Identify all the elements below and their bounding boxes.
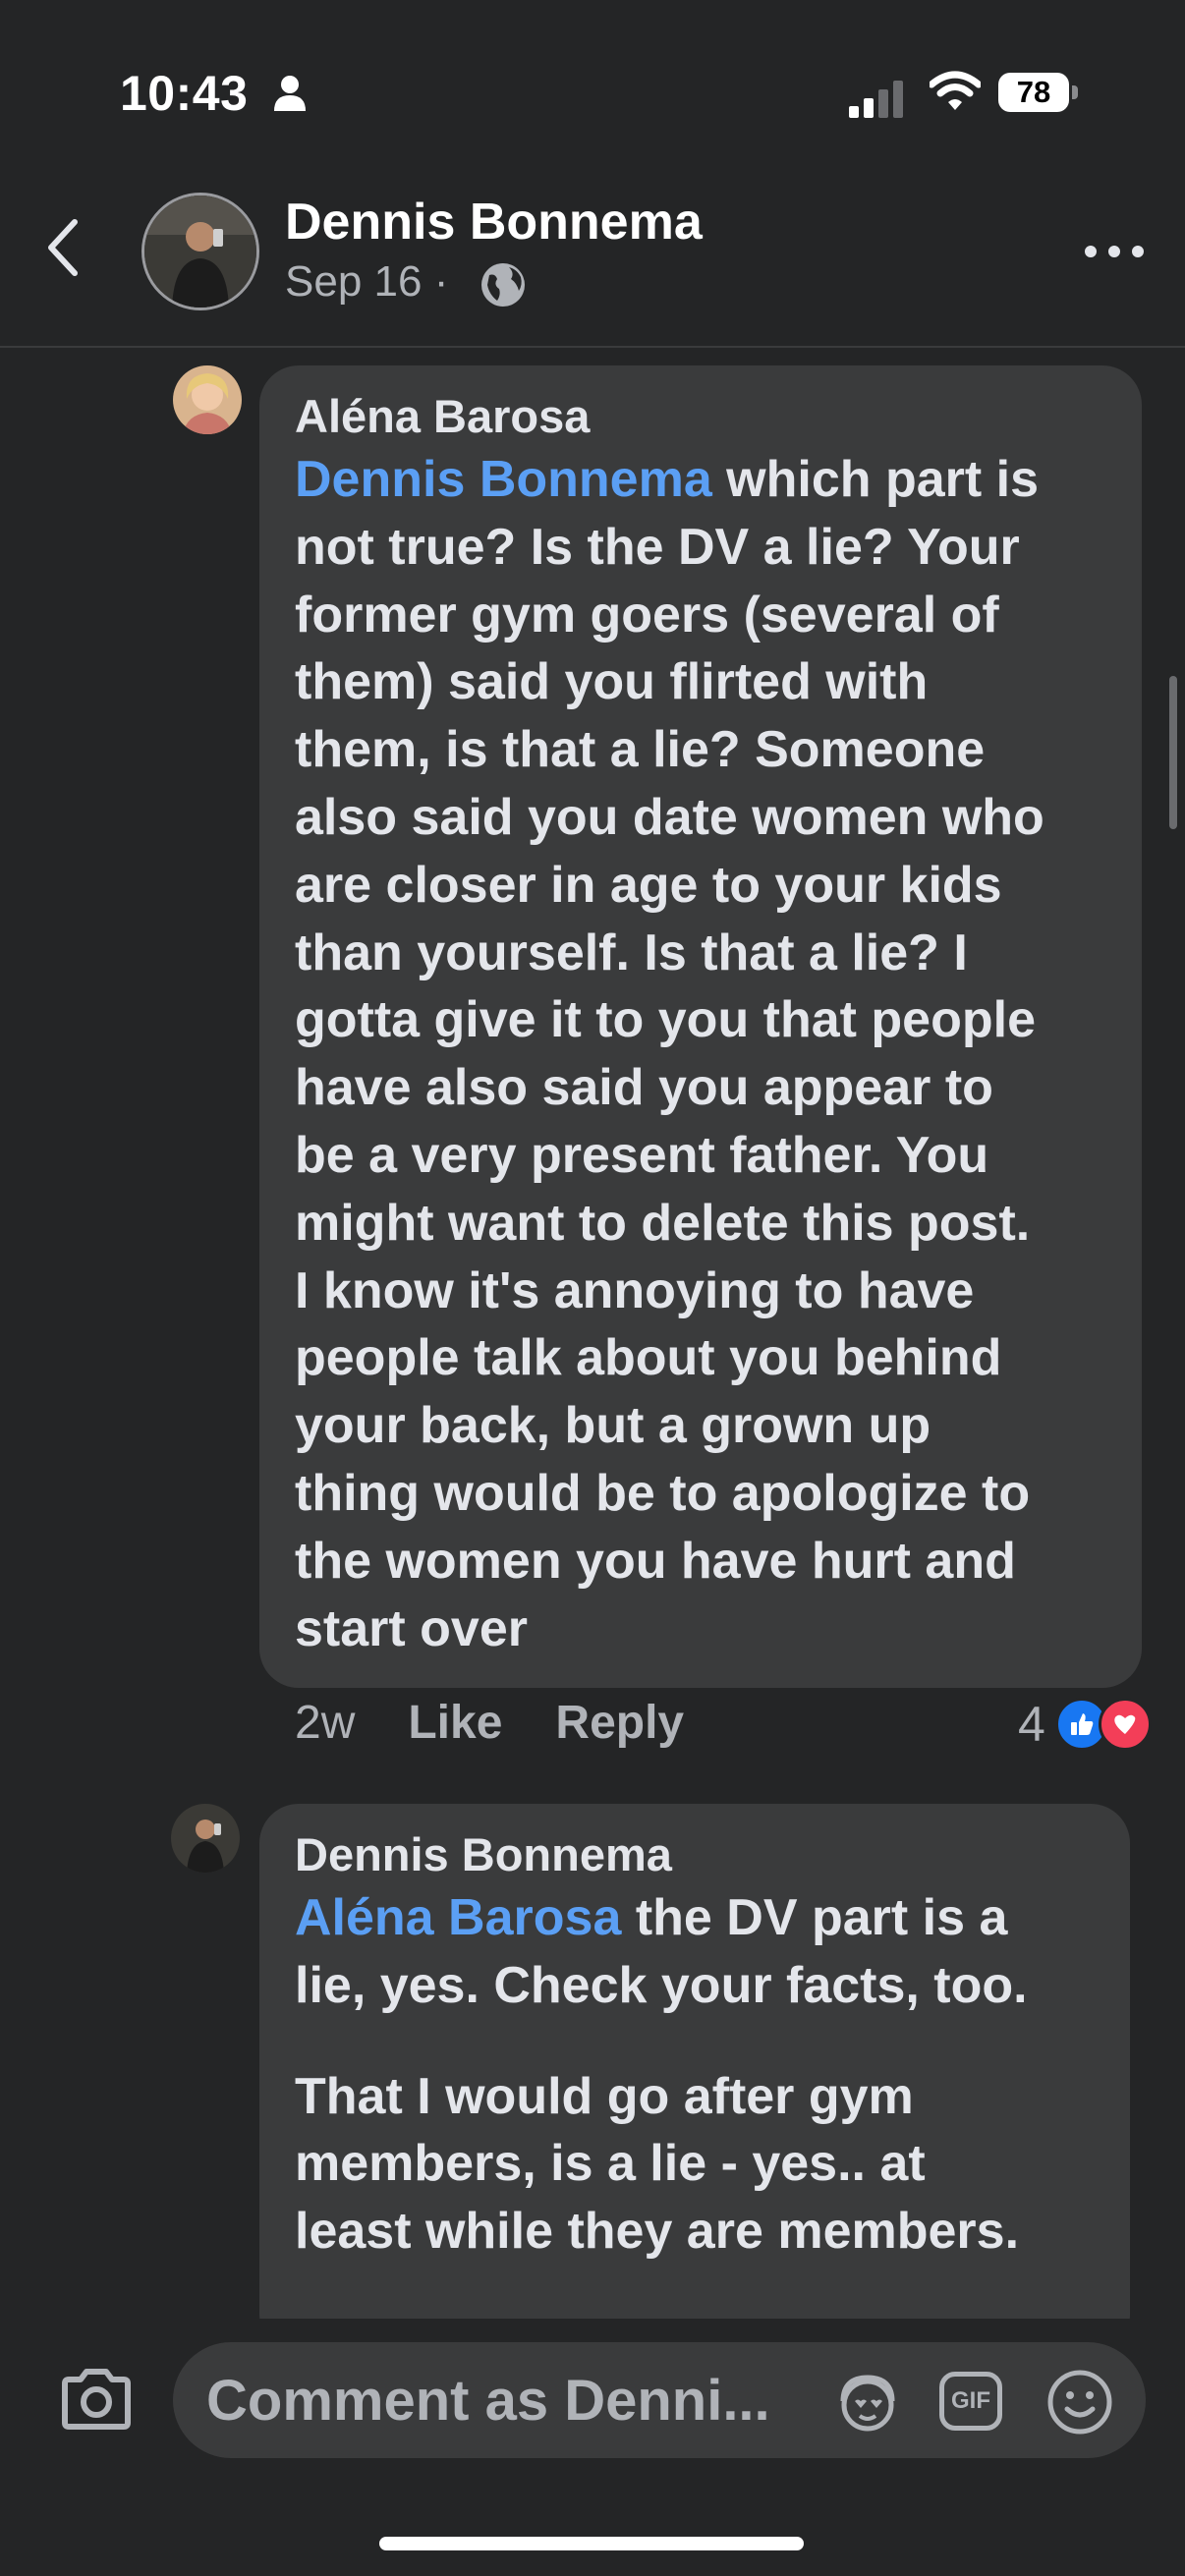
comment-line: I know it's annoying to have	[295, 1261, 975, 1319]
avatar-sticker-icon[interactable]	[833, 2372, 902, 2435]
reply-line: members, is a lie - yes.. at	[295, 2135, 926, 2193]
reply-button[interactable]: Reply	[555, 1696, 684, 1750]
comment-time[interactable]: 2w	[295, 1696, 355, 1750]
post-date-text: Sep 16	[285, 257, 423, 306]
more-options-icon[interactable]	[1083, 244, 1146, 259]
comment-line: people talk about you behind	[295, 1329, 1002, 1387]
reply-line: the DV part is a	[621, 1889, 1008, 1946]
comment-line: gotta give it to you that people	[295, 991, 1036, 1049]
reply-line: least while they are members.	[295, 2203, 1020, 2261]
comment-text: Dennis Bonnema which part is not true? I…	[295, 446, 1108, 1662]
emoji-icon[interactable]	[1045, 2368, 1114, 2436]
gif-label: GIF	[951, 2387, 990, 2414]
camera-icon[interactable]	[59, 2368, 134, 2431]
comment-line: former gym goers (several of	[295, 586, 999, 644]
gif-icon[interactable]: GIF	[939, 2372, 1002, 2431]
reply-author[interactable]: Dennis Bonnema	[295, 1825, 1097, 1884]
scrollbar[interactable]	[1169, 676, 1177, 829]
comment-placeholder[interactable]: Comment as Denni...	[206, 2368, 770, 2434]
comment-line: might want to delete this post.	[295, 1194, 1031, 1252]
reply-line: That I would go after gym	[295, 2067, 914, 2125]
comment-line: your back, but a grown up	[295, 1397, 931, 1455]
reaction-summary[interactable]: 4	[1018, 1696, 1152, 1753]
reply-text: Aléna Barosa the DV part is a lie, yes. …	[295, 1884, 1097, 2020]
comment-line: not true? Is the DV a lie? Your	[295, 518, 1020, 576]
comment-line: also said you date women who	[295, 788, 1044, 846]
person-icon	[274, 76, 306, 111]
mention-link[interactable]: Aléna Barosa	[295, 1889, 621, 1946]
comment-bubble: Aléna Barosa Dennis Bonnema which part i…	[259, 365, 1142, 1688]
reply-text-paragraph: That I would go after gym members, is a …	[295, 2063, 1097, 2266]
reply-line: lie, yes. Check your facts, too.	[295, 1956, 1028, 2014]
comment-line: which part is	[711, 451, 1040, 508]
header-divider	[0, 346, 1185, 348]
comment-line: the women you have hurt and	[295, 1532, 1016, 1590]
comment-actions: 2w Like Reply	[295, 1696, 684, 1750]
home-indicator[interactable]	[379, 2537, 804, 2550]
globe-icon	[481, 263, 525, 307]
header-name[interactable]: Dennis Bonnema	[285, 193, 703, 252]
battery-icon: 78	[998, 73, 1078, 112]
reply-avatar[interactable]	[171, 1804, 240, 1873]
comment-line: are closer in age to your kids	[295, 856, 1002, 914]
mention-link[interactable]: Dennis Bonnema	[295, 451, 712, 508]
like-button[interactable]: Like	[408, 1696, 502, 1750]
comment-line: than yourself. Is that a lie? I	[295, 924, 968, 981]
battery-level: 78	[998, 73, 1069, 112]
status-time: 10:43	[120, 66, 249, 121]
back-chevron-icon[interactable]	[43, 216, 83, 279]
reaction-count: 4	[1018, 1697, 1045, 1752]
comment-line: start over	[295, 1599, 528, 1657]
comment-author[interactable]: Aléna Barosa	[295, 387, 1108, 446]
cellular-signal-icon	[849, 81, 903, 118]
comment-line: them) said you flirted with	[295, 653, 929, 711]
wifi-icon	[930, 71, 981, 110]
header-avatar[interactable]	[141, 193, 259, 310]
comment-line: have also said you appear to	[295, 1059, 993, 1117]
commenter-avatar[interactable]	[173, 365, 242, 434]
reply-bubble: Dennis Bonnema Aléna Barosa the DV part …	[259, 1804, 1130, 2354]
meta-separator: ·	[433, 257, 449, 306]
comment-line: thing would be to apologize to	[295, 1464, 1031, 1522]
love-icon	[1098, 1698, 1152, 1751]
comment-line: be a very present father. You	[295, 1126, 989, 1184]
comment-line: them, is that a lie? Someone	[295, 721, 986, 779]
post-date[interactable]: Sep 16 ·	[285, 257, 448, 307]
